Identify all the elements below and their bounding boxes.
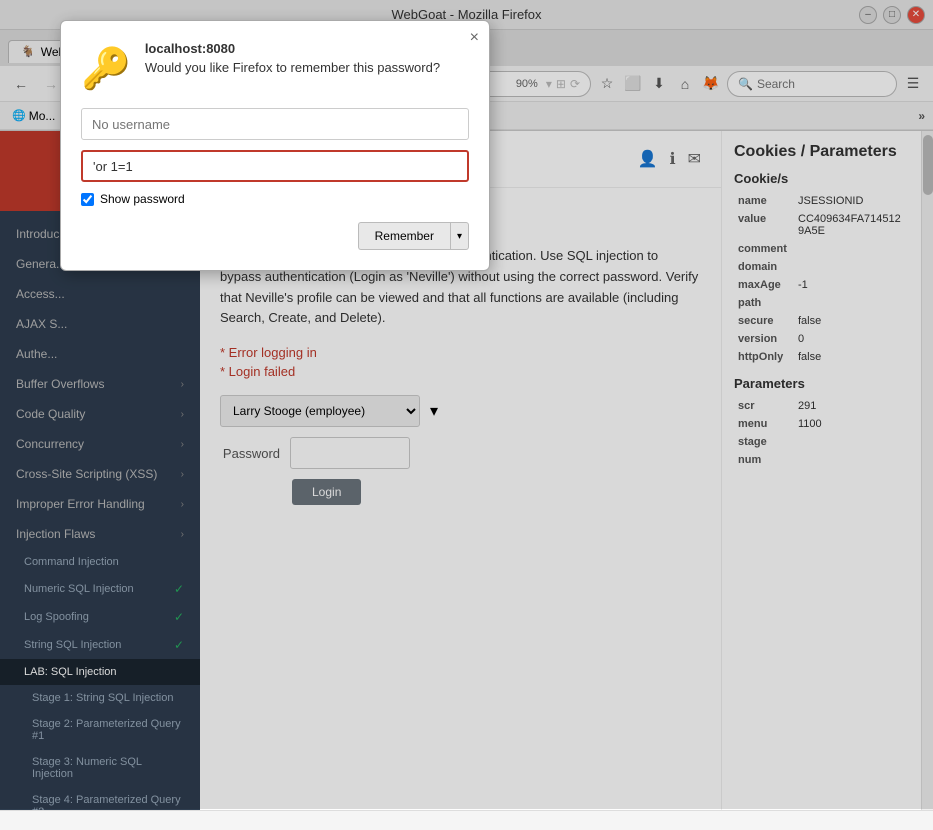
dialog-question: Would you like Firefox to remember this … <box>145 60 440 75</box>
dialog-header: 🔑 localhost:8080 Would you like Firefox … <box>81 41 469 92</box>
key-icon: 🔑 <box>81 45 131 92</box>
password-dialog: × 🔑 localhost:8080 Would you like Firefo… <box>60 20 490 271</box>
dialog-close-button[interactable]: × <box>470 29 479 47</box>
dialog-password-field[interactable] <box>81 150 469 182</box>
status-bar <box>0 810 933 830</box>
dialog-buttons: Remember ▾ <box>81 222 469 250</box>
remember-dropdown-button[interactable]: ▾ <box>450 222 469 250</box>
dialog-show-password-row: Show password <box>81 192 469 206</box>
dialog-title-area: localhost:8080 Would you like Firefox to… <box>145 41 440 75</box>
show-password-checkbox[interactable] <box>81 193 94 206</box>
remember-button[interactable]: Remember <box>358 222 450 250</box>
dialog-domain: localhost:8080 <box>145 41 440 56</box>
dialog-username-field[interactable] <box>81 108 469 140</box>
show-password-label[interactable]: Show password <box>100 192 185 206</box>
dialog-overlay: × 🔑 localhost:8080 Would you like Firefo… <box>0 0 933 809</box>
